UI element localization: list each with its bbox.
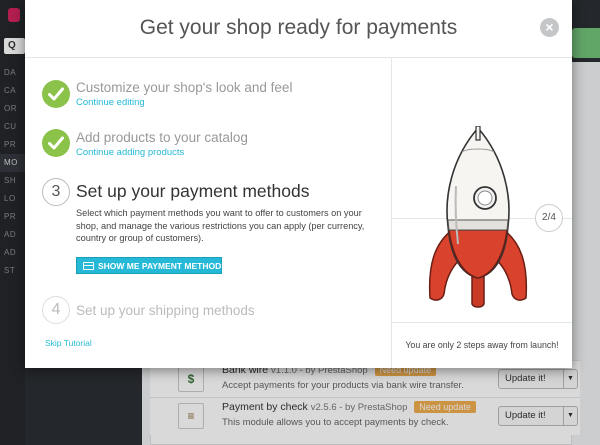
continue-adding-products-link[interactable]: Continue adding products (76, 147, 184, 158)
modal-title: Get your shop ready for payments (139, 16, 458, 39)
step-number-4: 4 (42, 296, 70, 324)
step-number-3: 3 (42, 178, 70, 206)
rocket-illustration (428, 126, 528, 308)
step-title-add-products: Add products to your catalog (76, 130, 248, 145)
onboarding-modal: Get your shop ready for payments × Custo… (25, 0, 572, 368)
launch-message: You are only 2 steps away from launch! (392, 322, 572, 368)
step-title-shipping: Set up your shipping methods (76, 303, 255, 318)
modal-header: Get your shop ready for payments × (25, 0, 572, 58)
skip-tutorial-link[interactable]: Skip Tutorial (45, 338, 92, 348)
close-button[interactable]: × (540, 18, 559, 37)
step-description: Select which payment methods you want to… (76, 208, 365, 243)
checkmark-icon (42, 129, 70, 157)
continue-editing-link[interactable]: Continue editing (76, 97, 145, 108)
show-payment-methods-label: SHOW ME PAYMENT METHODS (98, 261, 227, 271)
progress-indicator: 2/4 (535, 204, 563, 232)
steps-list: Customize your shop's look and feel Cont… (25, 58, 391, 368)
checkmark-icon (42, 80, 70, 108)
step-title-payment: Set up your payment methods (76, 181, 310, 201)
credit-card-icon (83, 262, 94, 270)
step-title-customize: Customize your shop's look and feel (76, 80, 293, 95)
progress-panel: 2/4 You are only 2 steps away from launc… (391, 58, 572, 368)
show-payment-methods-button[interactable]: SHOW ME PAYMENT METHODS (76, 257, 227, 274)
